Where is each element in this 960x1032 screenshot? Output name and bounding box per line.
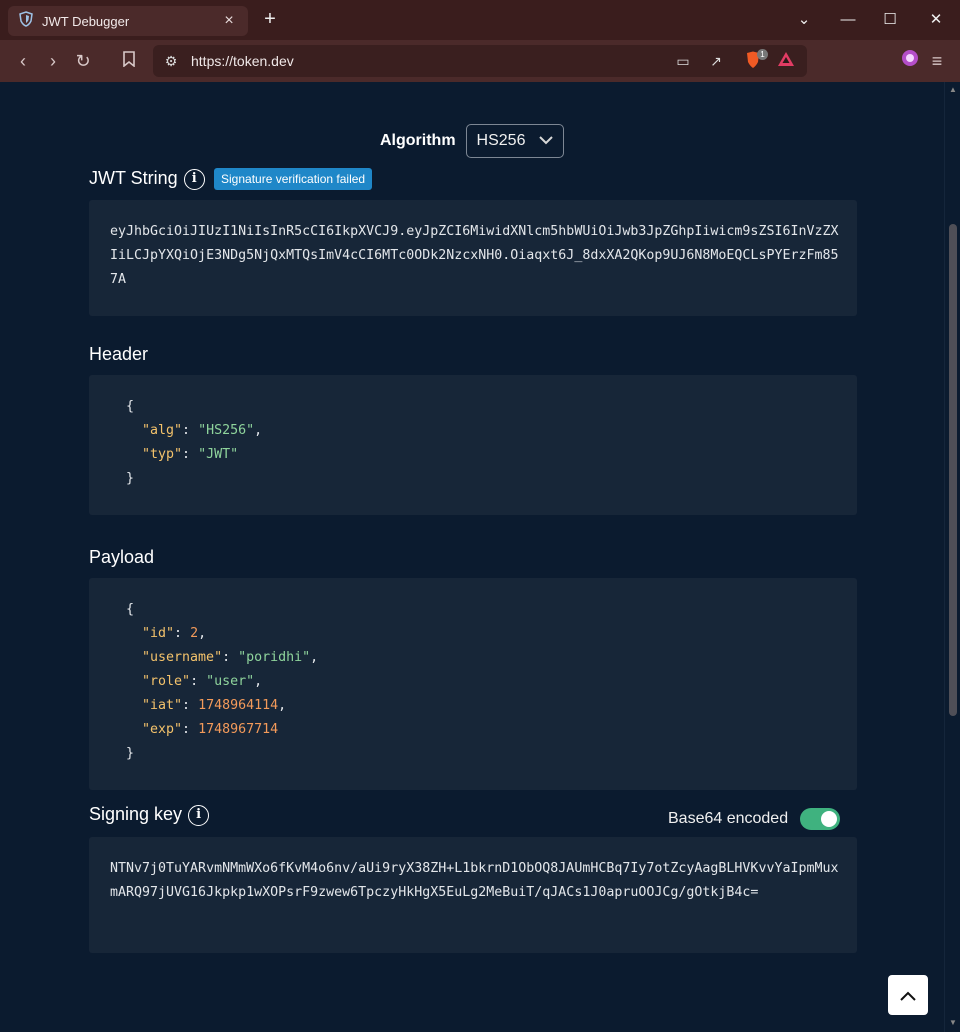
json-key: "iat" [142,698,183,713]
back-button[interactable]: ‹ [10,48,36,74]
chevron-down-icon [538,134,553,148]
algorithm-row: Algorithm HS256 [380,124,564,158]
page-viewport: Algorithm HS256 JWT String i Signature ve… [0,82,960,1032]
minimize-button[interactable]: — [836,8,860,32]
close-tab-icon[interactable]: × [220,12,238,30]
header-title: Header [89,344,149,364]
info-icon[interactable]: i [188,804,210,826]
json-number: 1748964114 [198,698,279,713]
cast-icon[interactable]: ▭ [673,51,693,71]
leo-ai-icon[interactable] [897,48,923,74]
browser-tab[interactable]: JWT Debugger × [8,6,248,36]
json-key: "typ" [142,447,183,462]
new-tab-button[interactable]: + [258,8,282,32]
algorithm-label: Algorithm [380,132,456,149]
jwt-string-text[interactable]: eyJhbGciOiJIUzI1NiIsInR5cCI6IkpXVCJ9.eyJ… [110,220,846,292]
reload-button[interactable]: ↻ [70,48,96,74]
json-key: "exp" [142,722,183,737]
json-string: "poridhi" [238,650,311,665]
tab-title: JWT Debugger [42,13,130,29]
bookmark-icon[interactable] [116,48,142,74]
scroll-to-top-button[interactable] [888,975,928,1015]
payload-title: Payload [89,547,155,567]
share-icon[interactable]: ↗ [706,51,726,71]
algorithm-value: HS256 [476,132,526,149]
url-text[interactable]: https://token.dev [191,53,294,69]
header-json[interactable]: { "alg": "HS256", "typ": "JWT" } [126,395,262,491]
json-number: 2 [190,626,199,641]
shield-icon [18,10,34,32]
brave-rewards-icon[interactable] [776,51,796,71]
shields-count-badge: 1 [757,49,768,60]
maximize-button[interactable]: ☐ [878,8,902,32]
signing-key-title: Signing key [89,804,183,824]
json-string: "JWT" [198,447,239,462]
payload-card[interactable]: { "id": 2, "username": "poridhi", "role"… [89,578,857,790]
json-key: "username" [142,650,223,665]
browser-titlebar: JWT Debugger × + ⌄ — ☐ ✕ [0,0,960,40]
scroll-down-arrow[interactable]: ▼ [948,1018,958,1028]
info-icon[interactable]: i [183,168,205,190]
base64-label: Base64 encoded [668,810,789,827]
scroll-up-arrow[interactable]: ▲ [948,85,958,95]
menu-icon[interactable]: ≡ [924,48,950,74]
jwt-string-title: JWT String [89,168,178,188]
json-key: "role" [142,674,191,689]
json-key: "id" [142,626,175,641]
signature-status-badge: Signature verification failed [214,168,373,190]
forward-button[interactable]: › [40,48,66,74]
scrollbar-thumb[interactable] [949,224,957,716]
tab-list-chevron-icon[interactable]: ⌄ [792,8,816,32]
signing-key-heading: Signing key i [89,804,210,826]
algorithm-select[interactable]: HS256 [465,124,564,158]
header-card[interactable]: { "alg": "HS256", "typ": "JWT" } [89,375,857,515]
signing-key-card[interactable]: NTNv7j0TuYARvmNMmWXo6fKvM4o6nv/aUi9ryX38… [89,837,857,953]
scrollbar[interactable]: ▲ ▼ [944,82,960,1032]
json-number: 1748967714 [198,722,279,737]
jwt-string-heading: JWT String i [89,168,205,190]
toggle-knob [821,811,838,827]
base64-toggle[interactable] [800,808,841,830]
base64-row: Base64 encoded [668,808,841,830]
signing-key-text[interactable]: NTNv7j0TuYARvmNMmWXo6fKvM4o6nv/aUi9ryX38… [110,857,846,905]
json-key: "alg" [142,423,183,438]
payload-json[interactable]: { "id": 2, "username": "poridhi", "role"… [126,598,318,766]
jwt-string-card[interactable]: eyJhbGciOiJIUzI1NiIsInR5cCI6IkpXVCJ9.eyJ… [89,200,857,316]
json-string: "HS256" [198,423,255,438]
site-settings-icon[interactable]: ⚙ [161,51,181,71]
address-bar[interactable]: ⚙ https://token.dev ▭ ↗ 1 [153,45,807,77]
close-window-button[interactable]: ✕ [924,8,948,32]
json-string: "user" [206,674,255,689]
